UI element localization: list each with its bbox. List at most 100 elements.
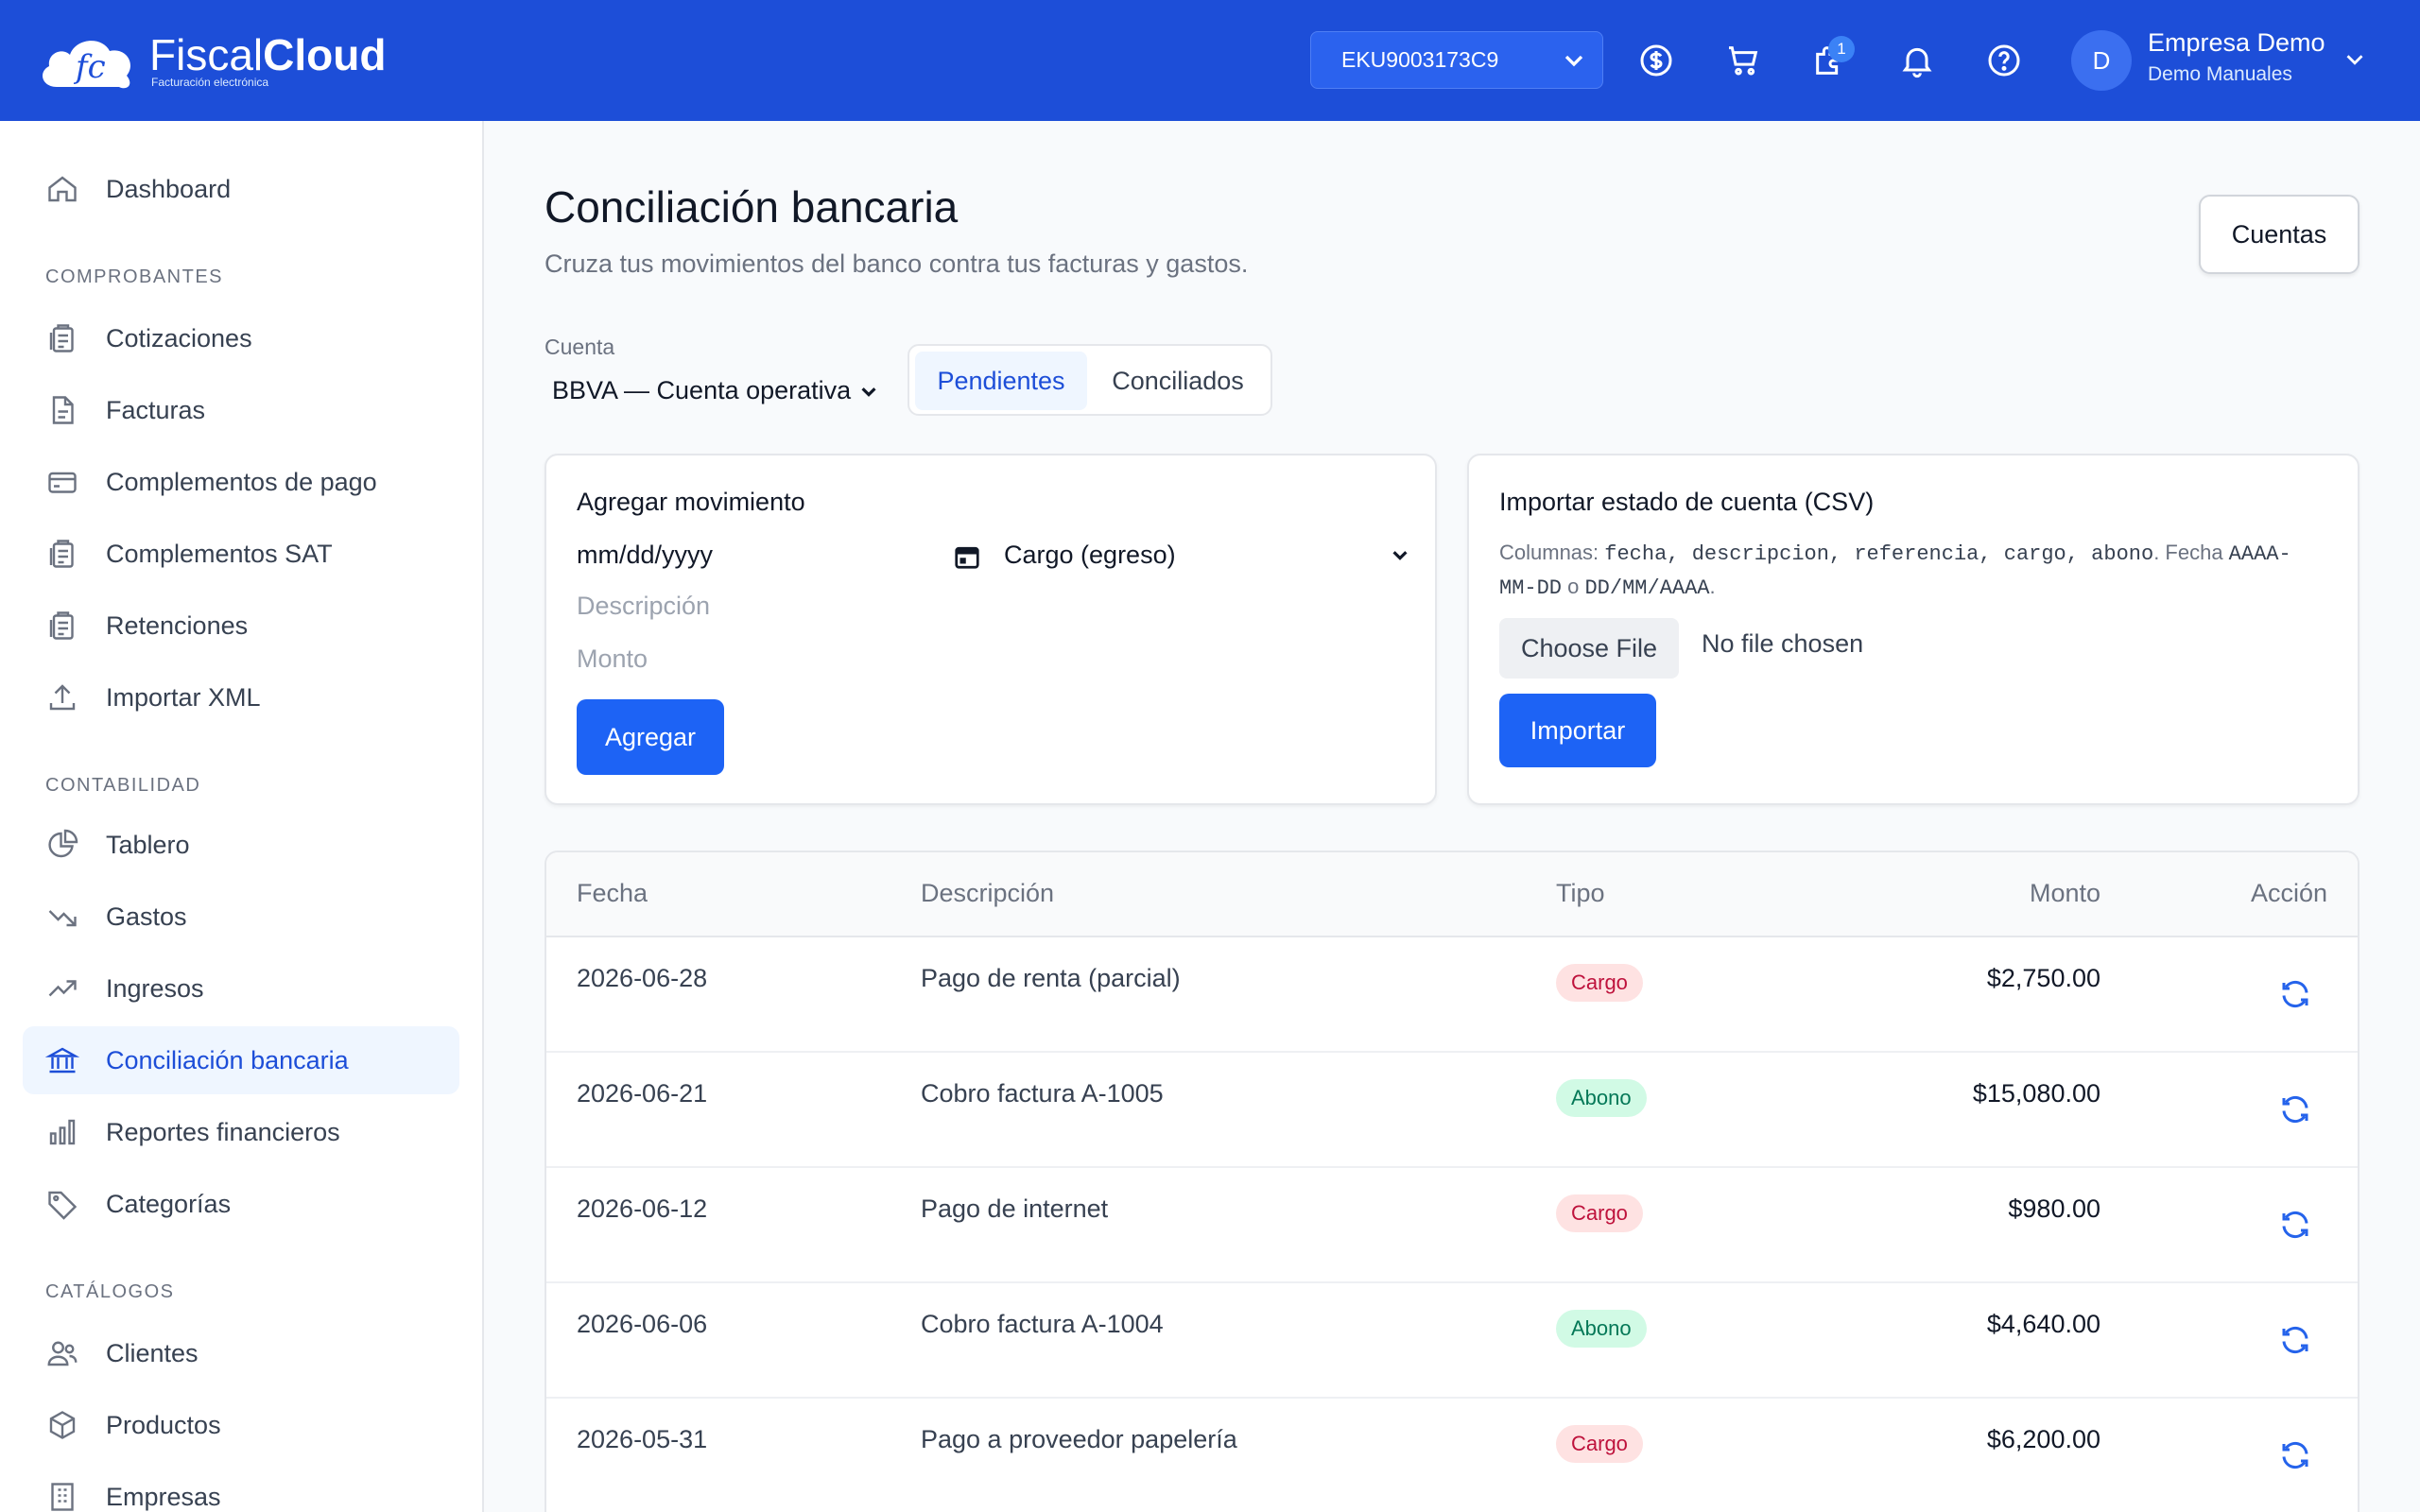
cart-icon[interactable] (1720, 38, 1766, 83)
cell-fecha: 2026-06-06 (577, 1310, 708, 1338)
file-status: No file chosen (1702, 629, 1864, 658)
tab-conciliados[interactable]: Conciliados (1089, 352, 1267, 410)
sidebar-item-clientes[interactable]: Clientes (23, 1319, 459, 1387)
bell-icon[interactable] (1894, 38, 1940, 83)
cell-fecha: 2026-06-21 (577, 1079, 708, 1108)
tag-icon (48, 1191, 78, 1220)
cell-fecha: 2026-06-28 (577, 964, 708, 992)
sidebar-item-dashboard[interactable]: Dashboard (23, 155, 459, 223)
type-badge: Cargo (1556, 964, 1643, 1002)
chevron-down-icon (1392, 551, 1408, 560)
sidebar-item-tablero[interactable]: Tablero (23, 811, 459, 879)
add-movement-title: Agregar movimiento (577, 488, 805, 516)
credit-card-icon (48, 472, 77, 493)
page-subtitle: Cruza tus movimientos del banco contra t… (544, 249, 1249, 278)
cell-monto: $15,080.00 (1972, 1079, 2100, 1108)
chevron-down-icon[interactable] (2341, 45, 2369, 74)
bar-chart-icon (49, 1119, 76, 1145)
bank-icon (45, 1047, 79, 1074)
choose-file-button[interactable]: Choose File (1499, 618, 1679, 679)
pie-chart-icon (48, 829, 78, 858)
reconcile-icon[interactable] (2278, 1438, 2312, 1472)
sidebar-item-categorias[interactable]: Categorías (23, 1170, 459, 1238)
type-select[interactable]: Cargo (egreso) (1004, 541, 1410, 570)
trend-down-icon (48, 910, 77, 927)
reconcile-icon[interactable] (2278, 977, 2312, 1011)
table-row: 2026-05-31 Pago a proveedor papelería Ca… (546, 1399, 2358, 1512)
sidebar-item-importar-xml[interactable]: Importar XML (23, 663, 459, 731)
header-descripcion: Descripción (921, 879, 1055, 907)
building-icon (51, 1483, 74, 1511)
cell-monto: $4,640.00 (1986, 1310, 2100, 1338)
sidebar-item-retenciones[interactable]: Retenciones (23, 592, 459, 660)
type-badge: Cargo (1556, 1194, 1643, 1232)
sidebar-item-productos[interactable]: Productos (23, 1391, 459, 1459)
calendar-icon[interactable] (953, 542, 981, 571)
reconcile-icon[interactable] (2278, 1092, 2312, 1126)
add-movement-card: Agregar movimiento mm/dd/yyyy Cargo (egr… (544, 454, 1437, 805)
table-row: 2026-06-06 Cobro factura A-1004 Abono $4… (546, 1283, 2358, 1399)
date-input[interactable]: mm/dd/yyyy (577, 541, 955, 570)
table-row: 2026-06-12 Pago de internet Cargo $980.0… (546, 1168, 2358, 1283)
cuenta-label: Cuenta (544, 335, 615, 359)
rfc-select[interactable]: EKU9003173C9 (1310, 31, 1603, 89)
cloud-logo-icon: fc (43, 41, 130, 89)
type-badge: Abono (1556, 1079, 1647, 1117)
import-button[interactable]: Importar (1499, 694, 1656, 767)
header-tipo: Tipo (1556, 879, 1605, 907)
cell-fecha: 2026-05-31 (577, 1425, 708, 1453)
sidebar-item-empresas[interactable]: Empresas (23, 1463, 459, 1512)
svg-text:fc: fc (73, 48, 106, 86)
cell-fecha: 2026-06-12 (577, 1194, 708, 1223)
movements-table: Fecha Descripción Tipo Monto Acción 2026… (544, 850, 2360, 1512)
user-name[interactable]: Empresa Demo (2148, 28, 2325, 58)
sidebar-item-cotizaciones[interactable]: Cotizaciones (23, 304, 459, 372)
cell-descripcion: Pago de renta (parcial) (921, 964, 1181, 992)
box-icon (49, 1411, 76, 1439)
cell-monto: $980.00 (2008, 1194, 2100, 1223)
reconcile-icon[interactable] (2278, 1208, 2312, 1242)
help-icon[interactable] (1981, 38, 2027, 83)
cuenta-value: BBVA — Cuenta operativa (552, 376, 852, 404)
sidebar-item-conciliacion-bancaria[interactable]: Conciliación bancaria (23, 1026, 459, 1094)
cell-descripcion: Cobro factura A-1004 (921, 1310, 1164, 1338)
sidebar-item-reportes-financieros[interactable]: Reportes financieros (23, 1098, 459, 1166)
sidebar-item-complementos-sat[interactable]: Complementos SAT (23, 520, 459, 588)
header-fecha: Fecha (577, 879, 648, 907)
page-title: Conciliación bancaria (544, 182, 959, 232)
cell-monto: $6,200.00 (1986, 1425, 2100, 1453)
filter-tabs: Pendientes Conciliados (908, 344, 1272, 416)
sidebar-item-gastos[interactable]: Gastos (23, 883, 459, 951)
clipboard-icon (49, 540, 74, 568)
dollar-icon[interactable] (1634, 38, 1679, 83)
brand-logo[interactable]: fc FiscalCloud Facturación electrónica (36, 28, 386, 94)
amount-input[interactable]: Monto (577, 644, 1390, 674)
section-catalogos: CATÁLOGOS (45, 1281, 175, 1302)
description-input[interactable]: Descripción (577, 592, 1390, 621)
cuentas-button[interactable]: Cuentas (2199, 195, 2360, 274)
cell-descripcion: Pago a proveedor papelería (921, 1425, 1237, 1453)
avatar[interactable]: D (2071, 30, 2132, 91)
brand-tagline: Facturación electrónica (151, 76, 269, 89)
sidebar: Dashboard COMPROBANTES Cotizaciones Fact… (0, 121, 484, 1512)
cuenta-select[interactable]: BBVA — Cuenta operativa (552, 376, 879, 405)
reconcile-icon[interactable] (2278, 1323, 2312, 1357)
import-help-text: Columnas: fecha, descripcion, referencia… (1499, 541, 2291, 600)
tab-pendientes[interactable]: Pendientes (915, 352, 1087, 410)
table-header: Fecha Descripción Tipo Monto Acción (546, 852, 2358, 937)
notification-badge: 1 (1828, 36, 1855, 62)
sidebar-item-facturas[interactable]: Facturas (23, 376, 459, 444)
document-icon (52, 396, 74, 424)
sidebar-item-complementos-pago[interactable]: Complementos de pago (23, 448, 459, 516)
cell-descripcion: Pago de internet (921, 1194, 1109, 1223)
trend-up-icon (48, 980, 77, 997)
sidebar-item-ingresos[interactable]: Ingresos (23, 954, 459, 1022)
header-accion: Acción (2250, 879, 2327, 907)
users-icon (47, 1341, 78, 1366)
section-contabilidad: CONTABILIDAD (45, 775, 201, 796)
type-badge: Cargo (1556, 1425, 1643, 1463)
chevron-down-icon (1564, 55, 1583, 67)
chevron-down-icon (861, 387, 876, 397)
add-button[interactable]: Agregar (577, 699, 724, 775)
clipboard-icon (49, 611, 74, 640)
